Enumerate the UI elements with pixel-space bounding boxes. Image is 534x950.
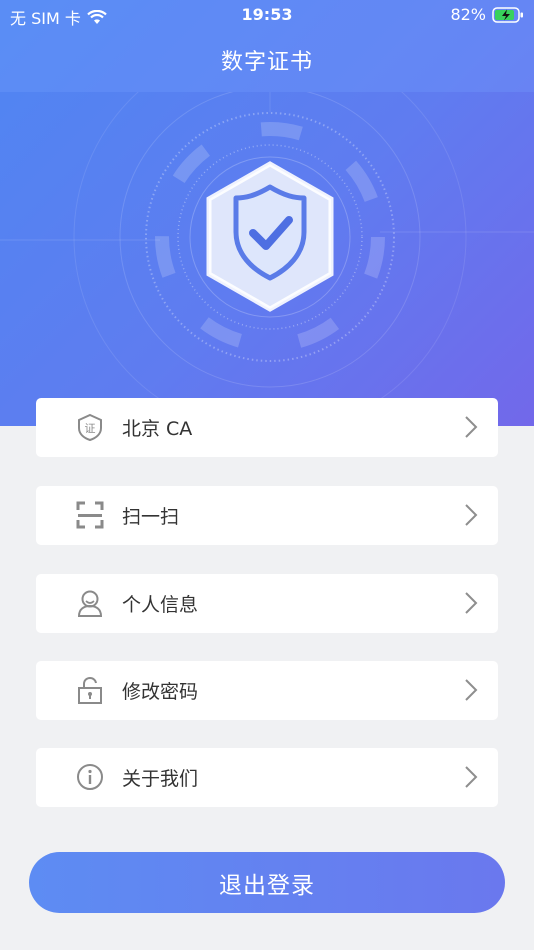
- menu-item-label: 扫一扫: [122, 506, 180, 528]
- battery-icon: [492, 6, 523, 23]
- menu-item-personal-info[interactable]: 个人信息: [36, 574, 498, 633]
- chevron-right-icon: [465, 592, 478, 614]
- menu-item-beijing-ca[interactable]: 证 北京 CA: [36, 398, 498, 457]
- logout-button[interactable]: 退出登录: [29, 852, 505, 913]
- unlock-icon: [78, 676, 102, 704]
- shield-illustration: [0, 92, 534, 426]
- menu-item-label: 修改密码: [122, 681, 199, 703]
- battery-info: 82%: [450, 5, 524, 24]
- menu-item-about-us[interactable]: 关于我们: [36, 748, 498, 807]
- hero-banner: 无 SIM 卡 19:53 82% 数字证书: [0, 0, 534, 426]
- scan-icon: [76, 501, 104, 529]
- chevron-right-icon: [465, 679, 478, 701]
- menu-item-label: 关于我们: [122, 768, 199, 790]
- svg-text:证: 证: [85, 422, 96, 435]
- certificate-icon: 证: [78, 413, 102, 441]
- menu-item-change-password[interactable]: 修改密码: [36, 661, 498, 720]
- menu-item-scan[interactable]: 扫一扫: [36, 486, 498, 545]
- page-title: 数字证书: [220, 50, 313, 75]
- chevron-right-icon: [465, 766, 478, 788]
- chevron-right-icon: [465, 416, 478, 438]
- battery-percent: 82%: [450, 5, 486, 24]
- menu-item-label: 北京 CA: [122, 418, 193, 440]
- chevron-right-icon: [465, 504, 478, 526]
- user-icon: [77, 590, 103, 617]
- menu-item-label: 个人信息: [122, 594, 199, 616]
- info-icon: [77, 764, 103, 790]
- status-bar: 无 SIM 卡 19:53 82%: [0, 0, 534, 30]
